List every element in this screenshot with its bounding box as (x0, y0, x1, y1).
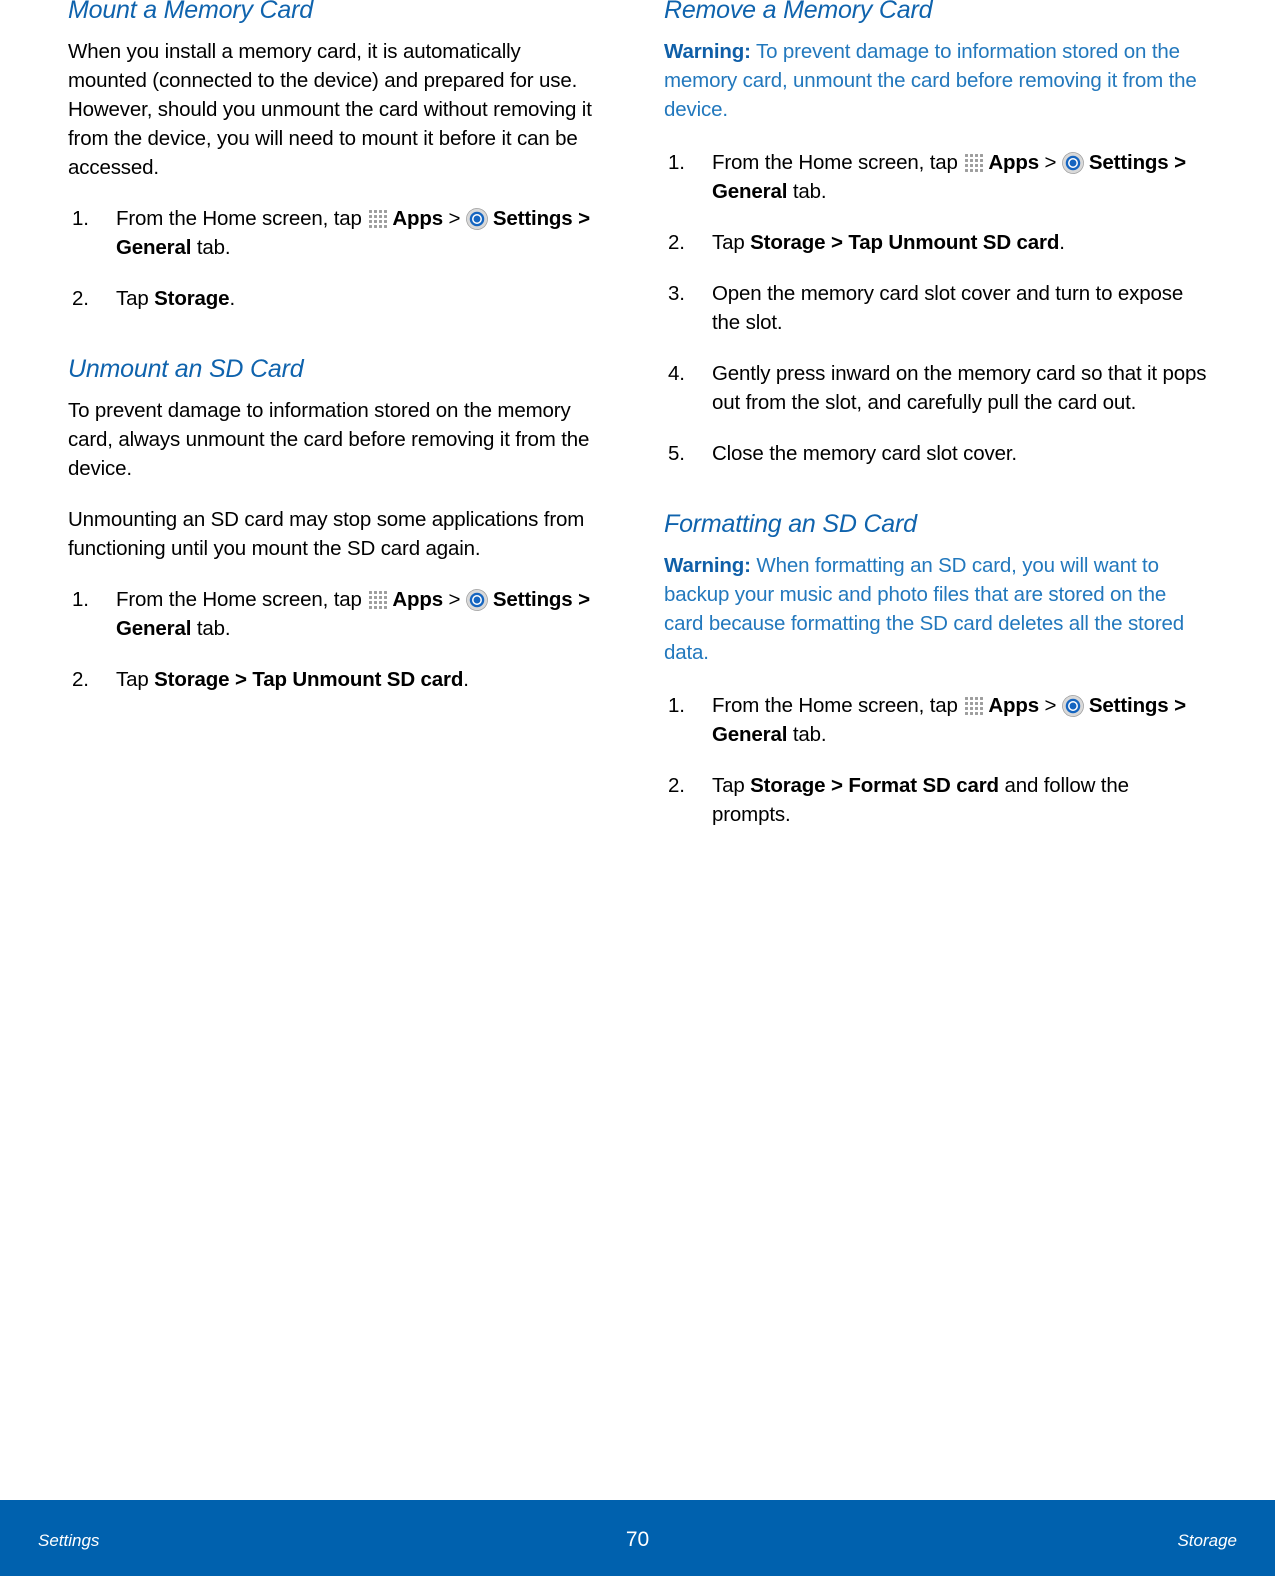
step-item: Open the memory card slot cover and turn… (668, 279, 1184, 334)
section-heading-mount-a-memory-card: Mount a Memory Card (68, 0, 313, 24)
step-item: Tap Storage. (72, 284, 235, 313)
step-emphasis: Storage > Format SD card (750, 774, 999, 797)
step-item: Close the memory card slot cover. (668, 439, 1017, 468)
apps-grid-icon (369, 209, 388, 228)
step-emphasis: Settings > General (712, 151, 1186, 203)
section-heading-remove-a-memory-card: Remove a Memory Card (664, 0, 933, 24)
step-list-remove-a-memory-card: From the Home screen, tap Apps > Setting… (664, 148, 1210, 468)
step-item: Gently press inward on the memory card s… (668, 359, 1207, 414)
step-item: From the Home screen, tap Apps > Setting… (668, 148, 1186, 203)
step-item: Tap Storage > Tap Unmount SD card. (668, 228, 1065, 257)
apps-grid-icon (369, 590, 388, 609)
step-list-unmount-an-sd-card: From the Home screen, tap Apps > Setting… (68, 585, 602, 694)
step-item: From the Home screen, tap Apps > Setting… (72, 204, 590, 259)
settings-gear-icon (465, 589, 488, 611)
step-emphasis: Settings > General (116, 207, 590, 259)
right-column: Remove a Memory Card Warning: To prevent … (637, 0, 1275, 829)
step-emphasis: Apps (392, 207, 443, 230)
left-column-sections: Mount a Memory Card When you install a me… (68, 0, 602, 694)
section-heading-unmount-an-sd-card: Unmount an SD Card (68, 355, 304, 383)
warning-label: Warning: (664, 554, 751, 577)
step-emphasis: Settings > General (116, 588, 590, 640)
body-paragraph: To prevent damage to information stored … (68, 399, 590, 480)
step-list-formatting-an-sd-card: From the Home screen, tap Apps > Setting… (664, 691, 1210, 829)
footer-page-number: 70 (625, 1528, 650, 1551)
left-column: Mount a Memory Card When you install a me… (0, 0, 637, 829)
step-emphasis: Apps (392, 588, 443, 611)
settings-gear-icon (465, 208, 488, 230)
apps-grid-icon (965, 696, 984, 715)
warning-paragraph: Warning: When formatting an SD card, you… (664, 554, 1185, 664)
step-item: From the Home screen, tap Apps > Setting… (668, 691, 1186, 746)
step-item: Tap Storage > Tap Unmount SD card. (72, 665, 469, 694)
step-emphasis: Apps (988, 694, 1039, 717)
step-list-mount-a-memory-card: From the Home screen, tap Apps > Setting… (68, 204, 602, 313)
footer-right-label: Storage (1177, 1531, 1237, 1550)
warning-paragraph: Warning: To prevent damage to informatio… (664, 40, 1197, 121)
step-emphasis: Storage (154, 287, 230, 310)
manual-page: Mount a Memory Card When you install a me… (0, 0, 1275, 1576)
warning-label: Warning: (664, 40, 751, 63)
body-paragraph: When you install a memory card, it is au… (68, 40, 592, 179)
two-column-body: Mount a Memory Card When you install a me… (0, 0, 1275, 829)
step-item: From the Home screen, tap Apps > Setting… (72, 585, 590, 640)
step-emphasis: Apps (988, 151, 1039, 174)
step-emphasis: Storage > Tap Unmount SD card (154, 668, 464, 691)
step-item: Tap Storage > Format SD card and follow … (668, 771, 1129, 826)
apps-grid-icon (965, 153, 984, 172)
step-emphasis: Settings > General (712, 694, 1186, 746)
right-column-sections: Remove a Memory Card Warning: To prevent … (664, 0, 1210, 829)
settings-gear-icon (1061, 695, 1084, 717)
body-paragraph: Unmounting an SD card may stop some appl… (68, 508, 585, 560)
step-emphasis: Storage > Tap Unmount SD card (750, 231, 1060, 254)
page-footer: Settings 70 Storage (0, 1500, 1275, 1576)
section-heading-formatting-an-sd-card: Formatting an SD Card (664, 510, 917, 538)
settings-gear-icon (1061, 152, 1084, 174)
